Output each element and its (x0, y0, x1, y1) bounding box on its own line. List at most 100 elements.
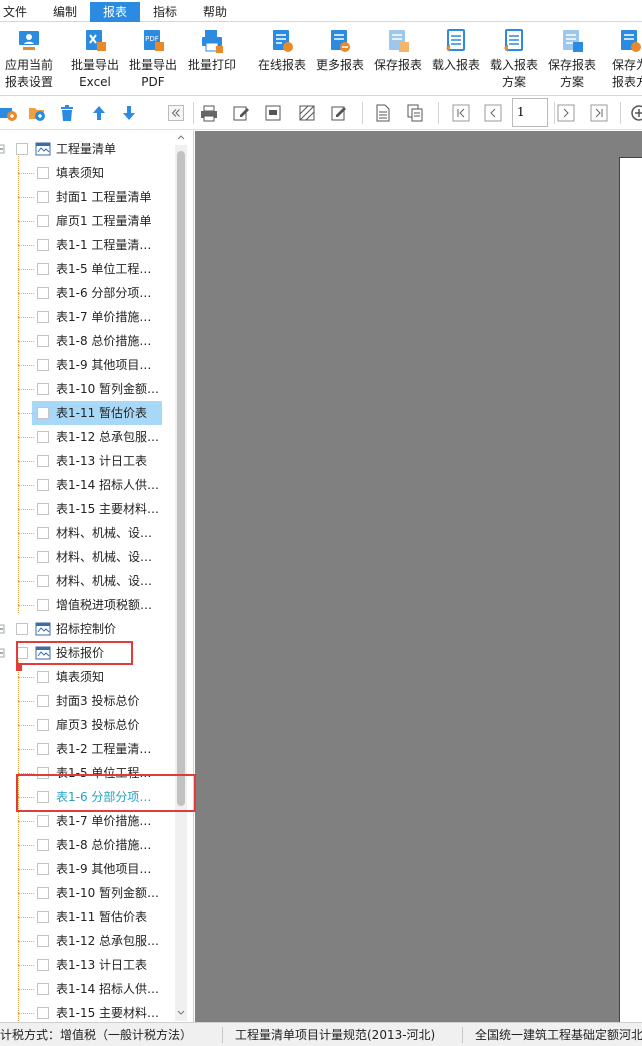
tree-item[interactable]: 表1-12 总承包服… (0, 929, 180, 953)
tree-scrollbar[interactable] (175, 145, 187, 1021)
save-report-scheme-button[interactable]: 保存报表 方案 (543, 24, 601, 94)
checkbox[interactable] (37, 599, 49, 611)
checkbox[interactable] (37, 887, 49, 899)
more-reports-button[interactable]: 更多报表 (311, 24, 369, 94)
checkbox[interactable] (37, 839, 49, 851)
checkbox[interactable] (37, 983, 49, 995)
edit-icon[interactable] (232, 104, 250, 122)
online-reports-button[interactable]: 在线报表 (253, 24, 311, 94)
checkbox[interactable] (37, 431, 49, 443)
load-report-button[interactable]: 载入报表 (427, 24, 485, 94)
last-page-icon[interactable] (590, 104, 608, 122)
print-icon[interactable] (200, 104, 218, 122)
trash-icon[interactable] (58, 104, 76, 122)
tree-item[interactable]: 表1-6 分部分项… (0, 281, 180, 305)
checkbox[interactable] (37, 911, 49, 923)
page-number-input[interactable]: 1 (512, 98, 548, 127)
checkbox[interactable] (37, 959, 49, 971)
collapse-panel-button[interactable] (168, 105, 184, 121)
export-excel-button[interactable]: 批量导出 Excel (66, 24, 124, 94)
tree-item[interactable]: 扉页1 工程量清单 (0, 209, 180, 233)
tree-item[interactable]: 表1-11 暂估价表 (0, 401, 180, 425)
tree-item[interactable]: 表1-7 单价措施… (0, 305, 180, 329)
checkbox[interactable] (37, 815, 49, 827)
tree-group-control-price[interactable]: 招标控制价 (0, 617, 180, 641)
checkbox[interactable] (37, 191, 49, 203)
expand-toggle-icon[interactable] (0, 624, 6, 634)
tree-item[interactable]: 表1-9 其他项目… (0, 353, 180, 377)
menu-help[interactable]: 帮助 (198, 3, 232, 21)
expand-toggle-icon[interactable] (0, 144, 6, 154)
menu-report[interactable]: 报表 (90, 2, 140, 22)
checkbox[interactable] (37, 311, 49, 323)
checkbox[interactable] (37, 743, 49, 755)
first-page-icon[interactable] (452, 104, 470, 122)
tree-item[interactable]: 材料、机械、设… (0, 545, 180, 569)
tree-item[interactable]: 表1-13 计日工表 (0, 449, 180, 473)
checkbox[interactable] (37, 695, 49, 707)
checkbox[interactable] (37, 239, 49, 251)
tree-item[interactable]: 增值税进项税额… (0, 593, 180, 617)
tree-item[interactable]: 表1-12 总承包服… (0, 425, 180, 449)
scrollbar-thumb[interactable] (177, 151, 185, 806)
add-report-icon[interactable] (28, 104, 46, 122)
tree-item[interactable]: 表1-10 暂列金额… (0, 881, 180, 905)
checkbox[interactable] (37, 215, 49, 227)
checkbox[interactable] (37, 935, 49, 947)
load-report-scheme-button[interactable]: 载入报表 方案 (485, 24, 543, 94)
page-setup-icon[interactable] (264, 104, 282, 122)
tree-item[interactable]: 表1-1 工程量清… (0, 233, 180, 257)
tree-item[interactable]: 表1-11 暂估价表 (0, 905, 180, 929)
arrow-down-icon[interactable] (120, 104, 138, 122)
tree-item[interactable]: 表1-13 计日工表 (0, 953, 180, 977)
tree-item[interactable]: 表1-2 工程量清… (0, 737, 180, 761)
checkbox[interactable] (37, 455, 49, 467)
tree-item[interactable]: 扉页3 投标总价 (0, 713, 180, 737)
checkbox[interactable] (37, 551, 49, 563)
add-folder-icon[interactable] (0, 104, 18, 122)
checkbox[interactable] (37, 287, 49, 299)
checkbox[interactable] (37, 407, 49, 419)
tree-item[interactable]: 填表须知 (0, 665, 180, 689)
checkbox[interactable] (37, 863, 49, 875)
next-page-icon[interactable] (557, 104, 575, 122)
checkbox[interactable] (37, 479, 49, 491)
previous-page-icon[interactable] (484, 104, 502, 122)
tree-group-bill-of-quantities[interactable]: 工程量清单 (0, 137, 180, 161)
checkbox[interactable] (37, 719, 49, 731)
checkbox[interactable] (37, 335, 49, 347)
save-as-scheme-button[interactable]: 保存为 报表方 (601, 24, 642, 94)
checkbox[interactable] (16, 143, 28, 155)
tree-item[interactable]: 表1-8 总价措施… (0, 833, 180, 857)
hatch-fill-icon[interactable] (298, 104, 316, 122)
checkbox[interactable] (37, 167, 49, 179)
tree-item[interactable]: 表1-8 总价措施… (0, 329, 180, 353)
checkbox[interactable] (37, 383, 49, 395)
tree-item[interactable]: 表1-15 主要材料… (0, 497, 180, 521)
tree-item[interactable]: 表1-15 主要材料… (0, 1001, 180, 1022)
multi-page-icon[interactable] (406, 104, 424, 122)
menu-edit[interactable]: 编制 (48, 3, 82, 21)
checkbox[interactable] (37, 263, 49, 275)
checkbox[interactable] (16, 623, 28, 635)
checkbox[interactable] (37, 503, 49, 515)
tree-item[interactable]: 封面1 工程量清单 (0, 185, 180, 209)
export-pdf-button[interactable]: PDF 批量导出 PDF (124, 24, 182, 94)
checkbox[interactable] (37, 671, 49, 683)
tree-item[interactable]: 表1-9 其他项目… (0, 857, 180, 881)
tree-item[interactable]: 填表须知 (0, 161, 180, 185)
zoom-in-icon[interactable] (630, 104, 642, 122)
menu-indicator[interactable]: 指标 (148, 3, 182, 21)
tree-item[interactable]: 表1-14 招标人供… (0, 473, 180, 497)
arrow-up-icon[interactable] (90, 104, 108, 122)
checkbox[interactable] (37, 575, 49, 587)
batch-print-button[interactable]: 批量打印 (183, 24, 241, 94)
save-report-button[interactable]: 保存报表 (369, 24, 427, 94)
tree-item[interactable]: 表1-5 单位工程… (0, 257, 180, 281)
tree-item[interactable]: 表1-10 暂列金额… (0, 377, 180, 401)
checkbox[interactable] (37, 359, 49, 371)
tree-item[interactable]: 封面3 投标总价 (0, 689, 180, 713)
document-icon[interactable] (374, 104, 392, 122)
tree-item[interactable]: 材料、机械、设… (0, 521, 180, 545)
apply-current-settings-button[interactable]: 应用当前 报表设置 (0, 24, 58, 94)
